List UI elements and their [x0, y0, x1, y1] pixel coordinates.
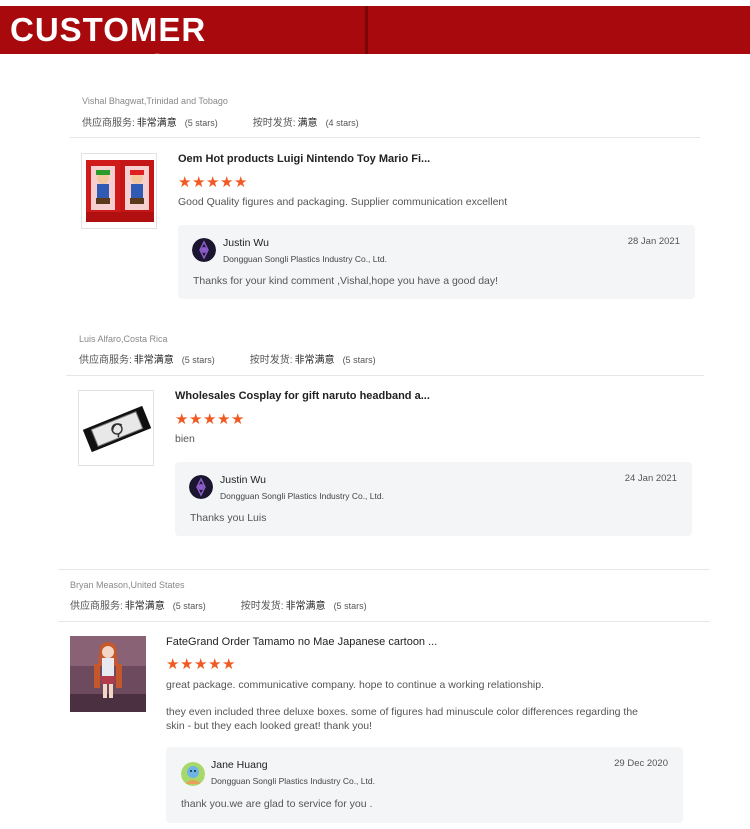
reply-text: Thanks you Luis: [190, 512, 267, 524]
supplier-service-value: 非常满意: [133, 355, 174, 366]
shipping-value: 满意: [297, 118, 318, 129]
shipping-stars: (5 stars): [333, 601, 367, 611]
supplier-service-label: 供应商服务:: [82, 118, 135, 129]
star-icon: ★: [180, 655, 194, 673]
header-banner: CUSTOMER REVIEWS: [0, 6, 750, 84]
seller-reply: Justin Wu Dongguan Songli Plastics Indus…: [178, 225, 695, 299]
shipping-value: 非常满意: [294, 355, 335, 366]
seller-name: Jane Huang: [211, 759, 268, 771]
seller-name: Justin Wu: [223, 237, 269, 249]
avatar-icon: [189, 475, 213, 499]
rating-summary: 供应商服务: 非常满意 (5 stars) 按时发货: 非常满意 (5 stars): [79, 351, 376, 366]
review-comment: great package. communicative company. ho…: [166, 679, 545, 691]
shipping-stars: (5 stars): [342, 355, 376, 365]
rating-summary: 供应商服务: 非常满意 (5 stars) 按时发货: 非常满意 (5 stars): [70, 597, 367, 612]
seller-reply: Jane Huang Dongguan Songli Plastics Indu…: [166, 747, 683, 823]
page-title: CUSTOMER REVIEWS: [10, 11, 207, 84]
seller-company: Dongguan Songli Plastics Industry Co., L…: [211, 776, 375, 786]
star-icon: ★: [206, 173, 220, 191]
product-title-link[interactable]: FateGrand Order Tamamo no Mae Japanese c…: [166, 636, 437, 648]
star-rating: ★ ★ ★ ★ ★: [166, 655, 236, 673]
reply-text: Thanks for your kind comment ,Vishal,hop…: [193, 275, 499, 287]
review-comment-extra: they even included three deluxe boxes. s…: [166, 706, 639, 732]
supplier-service-stars: (5 stars): [184, 118, 218, 128]
star-rating: ★ ★ ★ ★ ★: [175, 410, 245, 428]
reviewer-name: Luis Alfaro,Costa Rica: [79, 334, 168, 344]
shipping-value: 非常满意: [285, 601, 326, 612]
star-icon: ★: [189, 410, 203, 428]
reply-text: thank you.we are glad to service for you…: [181, 798, 373, 810]
star-icon: ★: [234, 173, 248, 191]
star-icon: ★: [194, 655, 208, 673]
shipping-label: 按时发货:: [252, 118, 296, 129]
rating-summary: 供应商服务: 非常满意 (5 stars) 按时发货: 满意 (4 stars): [82, 114, 359, 129]
divider: [70, 137, 700, 138]
divider: [58, 569, 710, 570]
star-icon: ★: [208, 655, 222, 673]
shipping-label: 按时发货:: [240, 601, 284, 612]
supplier-service-stars: (5 stars): [172, 601, 206, 611]
avatar-icon: [181, 762, 205, 786]
supplier-service-value: 非常满意: [124, 601, 165, 612]
divider: [58, 621, 710, 622]
reply-date: 29 Dec 2020: [614, 758, 668, 769]
supplier-service-stars: (5 stars): [181, 355, 215, 365]
seller-reply: Justin Wu Dongguan Songli Plastics Indus…: [175, 462, 692, 536]
supplier-service-value: 非常满意: [136, 118, 177, 129]
headband-image: [79, 391, 153, 465]
star-icon: ★: [220, 173, 234, 191]
review-comment: bien: [175, 433, 195, 445]
star-icon: ★: [175, 410, 189, 428]
shipping-stars: (4 stars): [325, 118, 359, 128]
seller-avatar: [189, 475, 213, 499]
product-thumbnail[interactable]: [78, 390, 154, 466]
star-icon: ★: [231, 410, 245, 428]
product-title-link[interactable]: Wholesales Cosplay for gift naruto headb…: [175, 390, 430, 402]
reviewer-name: Bryan Meason,United States: [70, 580, 185, 590]
header-title-box: CUSTOMER REVIEWS: [0, 6, 368, 84]
seller-company: Dongguan Songli Plastics Industry Co., L…: [223, 254, 387, 264]
reviewer-name: Vishal Bhagwat,Trinidad and Tobago: [82, 96, 228, 106]
star-icon: ★: [192, 173, 206, 191]
reply-date: 28 Jan 2021: [627, 236, 680, 247]
seller-name: Justin Wu: [220, 474, 266, 486]
avatar-icon: [192, 238, 216, 262]
product-thumbnail[interactable]: [81, 153, 157, 229]
mario-luigi-figure-image: [82, 154, 156, 228]
seller-avatar: [181, 762, 205, 786]
star-icon: ★: [222, 655, 236, 673]
anime-figure-image: [70, 636, 146, 712]
product-title-link[interactable]: Oem Hot products Luigi Nintendo Toy Mari…: [178, 153, 430, 165]
product-thumbnail[interactable]: [70, 636, 146, 712]
divider: [66, 375, 704, 376]
star-icon: ★: [166, 655, 180, 673]
supplier-service-label: 供应商服务:: [70, 601, 123, 612]
seller-company: Dongguan Songli Plastics Industry Co., L…: [220, 491, 384, 501]
shipping-label: 按时发货:: [249, 355, 293, 366]
reply-date: 24 Jan 2021: [624, 473, 677, 484]
star-icon: ★: [203, 410, 217, 428]
star-rating: ★ ★ ★ ★ ★: [178, 173, 248, 191]
supplier-service-label: 供应商服务:: [79, 355, 132, 366]
review-comment: Good Quality figures and packaging. Supp…: [178, 196, 508, 208]
star-icon: ★: [178, 173, 192, 191]
seller-avatar: [192, 238, 216, 262]
star-icon: ★: [217, 410, 231, 428]
